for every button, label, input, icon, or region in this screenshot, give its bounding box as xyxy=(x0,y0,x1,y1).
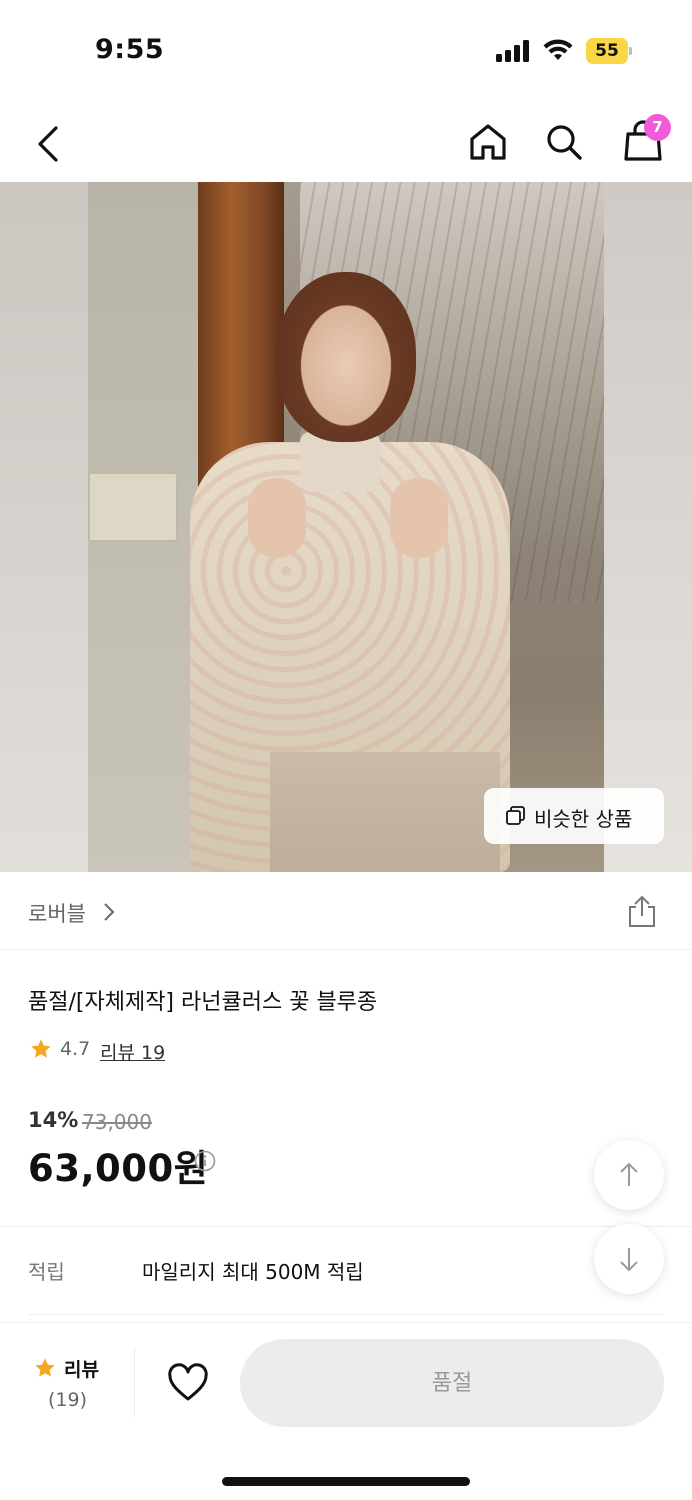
seller-row: 로버블 xyxy=(0,872,692,950)
product-image[interactable]: 비슷한 상품 xyxy=(0,182,692,872)
status-bar: 9:55 55 xyxy=(0,0,692,100)
similar-products-button[interactable]: 비슷한 상품 xyxy=(484,788,664,844)
bottom-review-count[interactable]: (19) xyxy=(48,1389,87,1411)
seller-name-link[interactable]: 로버블 xyxy=(28,898,86,928)
divider xyxy=(134,1347,135,1417)
home-indicator xyxy=(222,1477,470,1486)
copy-icon xyxy=(506,806,525,825)
status-time: 9:55 xyxy=(95,34,165,65)
image-edge-left xyxy=(0,182,88,872)
back-arrow-icon[interactable] xyxy=(28,122,68,166)
battery-level: 55 xyxy=(586,38,628,64)
sold-out-button[interactable]: 품절 xyxy=(240,1339,664,1427)
image-edge-right xyxy=(604,182,692,872)
bottom-action-bar: 리뷰 (19) 품절 xyxy=(0,1322,692,1500)
wifi-icon xyxy=(543,39,573,60)
mileage-text: 마일리지 최대 500M 적립 xyxy=(142,1260,364,1284)
section-divider xyxy=(0,1226,692,1227)
search-icon[interactable] xyxy=(542,120,586,164)
cellular-signal-icon xyxy=(496,40,532,62)
star-icon xyxy=(31,1039,51,1058)
battery-indicator: 55 xyxy=(586,38,632,64)
info-icon[interactable] xyxy=(194,1150,216,1172)
star-icon xyxy=(35,1358,55,1377)
review-count-link[interactable]: 리뷰 19 xyxy=(100,1038,165,1065)
product-title: 품절/[자체제작] 라넌큘러스 꽃 블루종 xyxy=(28,990,378,1015)
arrow-down-icon xyxy=(620,1248,638,1272)
scroll-top-button[interactable] xyxy=(594,1140,664,1210)
mileage-label: 적립 xyxy=(28,1260,65,1284)
cart-count-badge: 7 xyxy=(644,114,671,141)
rating-score: 4.7 xyxy=(60,1038,91,1060)
product-photo xyxy=(88,182,604,872)
chevron-right-icon[interactable] xyxy=(102,902,116,922)
bottom-review-label[interactable]: 리뷰 xyxy=(64,1355,99,1382)
heart-icon[interactable] xyxy=(166,1363,210,1403)
similar-products-label: 비슷한 상품 xyxy=(534,807,633,831)
arrow-up-icon xyxy=(620,1162,638,1186)
original-price: 73,000 xyxy=(82,1110,152,1134)
home-icon[interactable] xyxy=(466,120,510,164)
top-navigation: 7 xyxy=(0,100,692,182)
share-icon[interactable] xyxy=(626,894,658,928)
discount-rate: 14% xyxy=(28,1108,79,1132)
scroll-bottom-button[interactable] xyxy=(594,1224,664,1294)
sale-price: 63,000원 xyxy=(28,1147,209,1190)
section-divider xyxy=(28,1314,664,1315)
